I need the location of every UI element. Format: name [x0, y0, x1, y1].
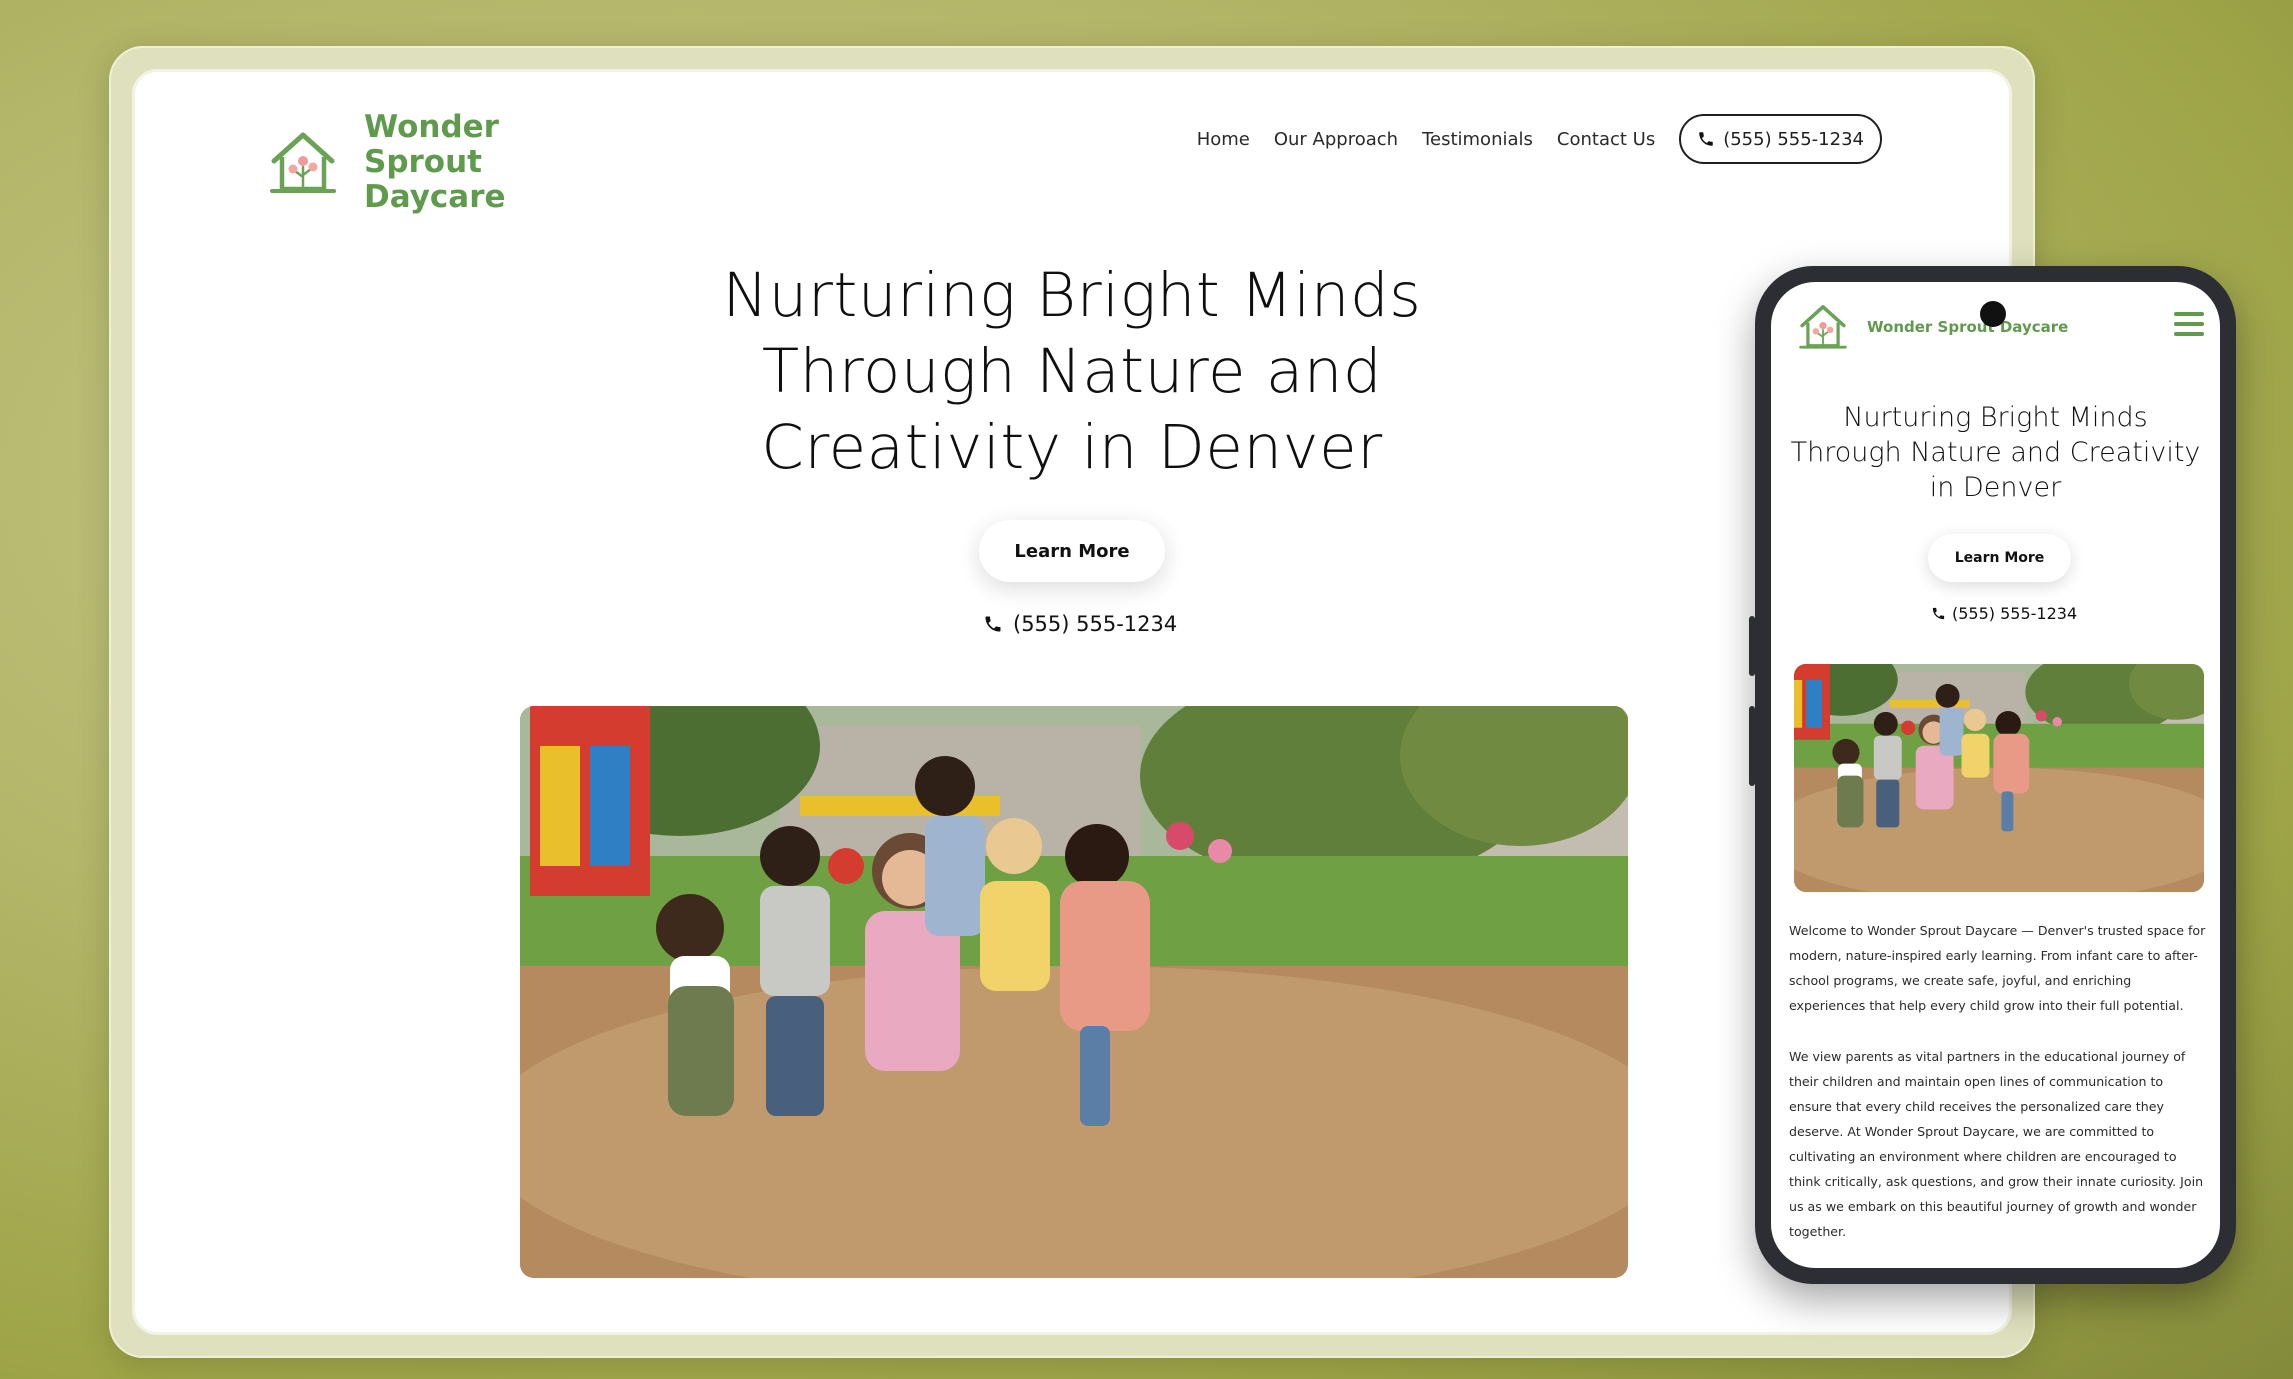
mobile-screen: Wonder Sprout Daycare Nurturing Bright M…	[1771, 282, 2220, 1268]
mobile-learn-more-button[interactable]: Learn More	[1928, 534, 2071, 582]
house-heart-flower-icon	[268, 131, 338, 195]
mobile-brand-logo[interactable]: Wonder Sprout Daycare	[1797, 304, 2068, 350]
mobile-phone-link[interactable]: (555) 555-1234	[1931, 604, 2077, 623]
brand-logo[interactable]: Wonder Sprout Daycare	[268, 110, 614, 215]
nav-home[interactable]: Home	[1197, 129, 1250, 150]
hamburger-menu-icon[interactable]	[2174, 312, 2204, 336]
nav-phone-button[interactable]: (555) 555-1234	[1679, 114, 1882, 164]
phone-volume-up	[1749, 616, 1755, 676]
phone-icon	[983, 614, 1003, 634]
hero-phone-label: (555) 555-1234	[1013, 612, 1178, 636]
phone-volume-down	[1749, 706, 1755, 786]
children-playground-photo	[520, 706, 1628, 1278]
nav-phone-label: (555) 555-1234	[1723, 128, 1864, 150]
main-nav: Home Our Approach Testimonials Contact U…	[1197, 114, 1882, 164]
children-playground-photo	[1794, 664, 2204, 892]
brand-name: Wonder Sprout Daycare	[364, 109, 506, 215]
nav-contact-us[interactable]: Contact Us	[1557, 129, 1655, 150]
house-heart-flower-icon	[1797, 304, 1849, 350]
mobile-brand-name: Wonder Sprout Daycare	[1867, 318, 2069, 336]
desktop-frame: Wonder Sprout Daycare Home Our Approach …	[109, 46, 2035, 1358]
hero-phone-link[interactable]: (555) 555-1234	[983, 612, 1177, 636]
hero-title: Nurturing Bright Minds Through Nature an…	[722, 260, 1422, 483]
mobile-partners-paragraph: We view parents as vital partners in the…	[1789, 1049, 2204, 1239]
phone-icon	[1931, 606, 1946, 621]
mobile-phone-label: (555) 555-1234	[1952, 604, 2078, 623]
learn-more-button[interactable]: Learn More	[979, 520, 1165, 582]
nav-our-approach[interactable]: Our Approach	[1274, 129, 1398, 150]
nav-testimonials[interactable]: Testimonials	[1422, 129, 1533, 150]
phone-icon	[1697, 130, 1715, 148]
mobile-intro-paragraph: Welcome to Wonder Sprout Daycare — Denve…	[1789, 923, 2206, 1013]
mobile-hero-title: Nurturing Bright Minds Through Nature an…	[1790, 402, 2201, 503]
mobile-device: Wonder Sprout Daycare Nurturing Bright M…	[1749, 266, 2236, 1284]
desktop-screen: Wonder Sprout Daycare Home Our Approach …	[135, 72, 2009, 1332]
camera-notch	[1980, 301, 2006, 327]
